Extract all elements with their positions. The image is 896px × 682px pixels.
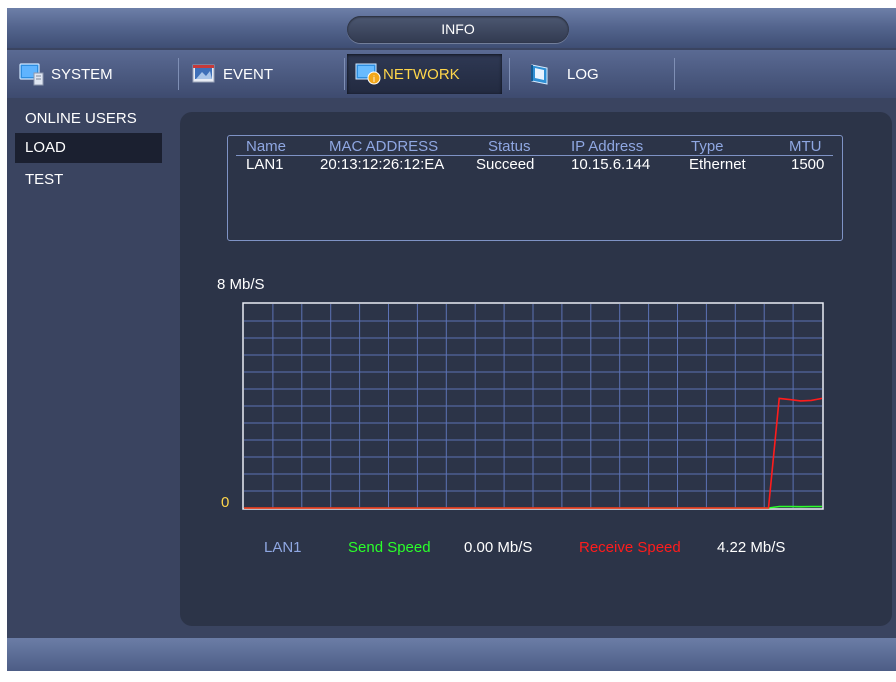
cell-mac: 20:13:12:26:12:EA bbox=[320, 156, 445, 173]
tab-network-label: NETWORK bbox=[383, 65, 460, 83]
tab-event[interactable]: EVENT bbox=[191, 54, 341, 94]
app-window: INFO SYSTEM EVENT i NETWORK LOG ONLINE U… bbox=[7, 8, 896, 671]
tab-event-label: EVENT bbox=[223, 65, 274, 83]
tab-system-label: SYSTEM bbox=[51, 65, 113, 83]
tab-divider bbox=[509, 58, 510, 90]
tab-bar: SYSTEM EVENT i NETWORK LOG bbox=[7, 50, 896, 98]
interface-table: Name MAC ADDRESS Status IP Address Type … bbox=[227, 135, 843, 241]
tab-system[interactable]: SYSTEM bbox=[19, 54, 169, 94]
column-header-mtu: MTU bbox=[789, 138, 822, 155]
column-header-mac: MAC ADDRESS bbox=[329, 138, 439, 155]
column-header-type: Type bbox=[691, 138, 724, 155]
sidebar-item-test[interactable]: TEST bbox=[15, 165, 162, 195]
sidebar: ONLINE USERS LOAD TEST bbox=[7, 98, 177, 638]
legend-receive-value: 4.22 Mb/S bbox=[717, 539, 786, 556]
y-axis-max-label: 8 Mb/S bbox=[217, 276, 265, 293]
legend-send-value: 0.00 Mb/S bbox=[464, 539, 533, 556]
column-header-ip: IP Address bbox=[571, 138, 644, 155]
network-icon: i bbox=[355, 62, 381, 86]
sidebar-item-online-users[interactable]: ONLINE USERS bbox=[15, 104, 162, 134]
network-load-chart bbox=[242, 302, 824, 510]
tab-divider bbox=[178, 58, 179, 90]
window-title: INFO bbox=[347, 16, 569, 43]
svg-text:i: i bbox=[373, 74, 375, 84]
legend-interface: LAN1 bbox=[264, 539, 302, 556]
chart-grid bbox=[244, 304, 822, 508]
event-icon bbox=[191, 62, 217, 86]
tab-divider bbox=[674, 58, 675, 90]
tab-log-label: LOG bbox=[567, 65, 599, 83]
title-bar: INFO bbox=[7, 8, 896, 48]
log-book-icon bbox=[527, 62, 553, 86]
tab-log[interactable]: LOG bbox=[527, 54, 677, 94]
column-header-name: Name bbox=[246, 138, 287, 155]
footer-bar bbox=[7, 638, 896, 671]
sidebar-item-load[interactable]: LOAD bbox=[15, 133, 162, 163]
monitor-icon bbox=[19, 62, 45, 86]
legend-receive-label: Receive Speed bbox=[579, 539, 681, 556]
tab-network[interactable]: i NETWORK bbox=[347, 54, 502, 94]
cell-name: LAN1 bbox=[246, 156, 284, 173]
cell-type: Ethernet bbox=[689, 156, 746, 173]
y-axis-min-label: 0 bbox=[221, 494, 230, 511]
cell-mtu: 1500 bbox=[791, 156, 825, 173]
tab-divider bbox=[344, 58, 345, 90]
cell-status: Succeed bbox=[476, 156, 535, 173]
cell-ip: 10.15.6.144 bbox=[571, 156, 651, 173]
column-header-status: Status bbox=[488, 138, 531, 155]
legend-send-label: Send Speed bbox=[348, 539, 431, 556]
content-panel: Name MAC ADDRESS Status IP Address Type … bbox=[180, 112, 892, 626]
